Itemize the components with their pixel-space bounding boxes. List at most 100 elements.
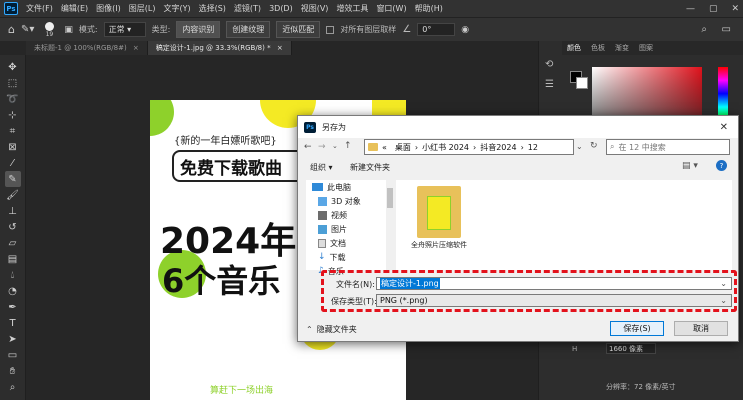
frame-tool-icon[interactable]: ⊠ xyxy=(5,139,21,155)
menu-3d[interactable]: 3D(D) xyxy=(265,4,297,13)
breadcrumb-12[interactable]: 12 xyxy=(528,143,538,152)
view-options-icon[interactable]: ▤ ▾ xyxy=(682,161,698,171)
history-panel-icon[interactable]: ⟲ xyxy=(545,59,553,70)
quick-select-tool-icon[interactable]: ⊹ xyxy=(5,107,21,123)
tab-patterns[interactable]: 图案 xyxy=(634,43,658,53)
nav-recent-icon[interactable]: ⌄ xyxy=(332,142,338,150)
menu-image[interactable]: 图像(I) xyxy=(92,3,125,14)
folder-preview xyxy=(427,196,451,230)
menu-plugins[interactable]: 增效工具 xyxy=(332,3,372,14)
brush-settings-icon[interactable]: ▣ xyxy=(64,25,73,35)
tab-close-icon[interactable]: × xyxy=(277,44,283,52)
eraser-tool-icon[interactable]: ▱ xyxy=(5,235,21,251)
workspace-icon[interactable]: ▭ xyxy=(722,24,731,35)
height-input[interactable]: 1660 像素 xyxy=(606,343,656,354)
stamp-tool-icon[interactable]: ⊥ xyxy=(5,203,21,219)
tab-swatches[interactable]: 色板 xyxy=(586,43,610,53)
home-icon[interactable]: ⌂ xyxy=(8,23,15,36)
photoshop-logo-icon[interactable]: Ps xyxy=(4,2,18,15)
menu-window[interactable]: 窗口(W) xyxy=(372,3,410,14)
close-icon[interactable]: ✕ xyxy=(731,4,739,14)
address-dropdown-icon[interactable]: ⌄ xyxy=(576,142,583,151)
brush-tool-icon[interactable]: 🖌︎ xyxy=(5,187,21,203)
hide-folders-toggle[interactable]: ⌃ 隐藏文件夹 xyxy=(306,324,357,335)
marquee-tool-icon[interactable]: ⬚ xyxy=(5,75,21,91)
move-tool-icon[interactable]: ✥ xyxy=(5,59,21,75)
dropdown-arrow-icon[interactable]: ⌄ xyxy=(720,296,727,305)
brush-size-picker[interactable]: 19 xyxy=(40,21,58,38)
dialog-close-icon[interactable]: ✕ xyxy=(720,122,728,133)
search-box[interactable]: ⌕ 在 12 中搜索 xyxy=(606,139,730,155)
nav-item-pictures[interactable]: 图片 xyxy=(306,222,394,236)
tab-untitled[interactable]: 未标题-1 @ 100%(RGB/8#) × xyxy=(26,41,148,55)
nav-scrollbar[interactable] xyxy=(386,180,394,270)
nav-up-icon[interactable]: ↑ xyxy=(344,141,352,151)
menu-layer[interactable]: 图层(L) xyxy=(125,3,160,14)
type-create-texture-button[interactable]: 创建纹理 xyxy=(226,21,271,38)
help-icon[interactable]: ? xyxy=(716,160,727,171)
nav-item-downloads[interactable]: ↓ 下载 xyxy=(306,250,394,264)
blur-tool-icon[interactable]: 💧︎ xyxy=(5,267,21,283)
menu-filter[interactable]: 滤镜(T) xyxy=(230,3,265,14)
dropdown-arrow-icon[interactable]: ⌄ xyxy=(720,279,727,288)
nav-item-documents[interactable]: 文档 xyxy=(306,236,394,250)
tab-color[interactable]: 颜色 xyxy=(562,43,586,53)
zoom-tool-icon[interactable]: ⌕ xyxy=(5,379,21,395)
search-icon[interactable]: ⌕ xyxy=(701,24,707,35)
type-content-aware-button[interactable]: 内容识别 xyxy=(176,21,221,38)
eyedropper-tool-icon[interactable]: ⁄ xyxy=(5,155,21,171)
crop-tool-icon[interactable]: ⌗ xyxy=(5,123,21,139)
nav-scrollbar-thumb[interactable] xyxy=(387,188,393,208)
nav-forward-icon[interactable]: → xyxy=(318,142,326,152)
angle-input[interactable]: 0° xyxy=(417,23,456,36)
tab-close-icon[interactable]: × xyxy=(133,44,139,52)
lasso-tool-icon[interactable]: ➰ xyxy=(5,91,21,107)
breadcrumb-xiaohongshu[interactable]: 小红书 2024 xyxy=(422,142,469,153)
properties-panel-icon[interactable]: ☰ xyxy=(545,79,554,90)
sample-all-layers-checkbox[interactable] xyxy=(326,25,335,34)
menu-help[interactable]: 帮助(H) xyxy=(411,3,447,14)
file-item[interactable]: 全舟照片压缩软件 xyxy=(410,186,468,250)
refresh-icon[interactable]: ↻ xyxy=(590,141,598,151)
menu-select[interactable]: 选择(S) xyxy=(195,3,230,14)
address-bar[interactable]: « 桌面 › 小红书 2024 › 抖音2024 › 12 xyxy=(364,139,574,155)
mode-select[interactable]: 正常 ▾ xyxy=(103,22,146,37)
history-brush-tool-icon[interactable]: ↺ xyxy=(5,219,21,235)
organize-button[interactable]: 组织 ▾ xyxy=(310,162,333,173)
breadcrumb-douyin[interactable]: 抖音2024 xyxy=(480,142,516,153)
menu-file[interactable]: 文件(F) xyxy=(22,3,57,14)
new-folder-button[interactable]: 新建文件夹 xyxy=(350,162,390,173)
filename-input[interactable]: 稿定设计-1.png ⌄ xyxy=(376,277,732,290)
nav-item-3d-objects[interactable]: 3D 对象 xyxy=(306,194,394,208)
healing-brush-tool-icon[interactable]: ✎ xyxy=(4,171,21,187)
pen-tool-icon[interactable]: ✒ xyxy=(5,299,21,315)
pressure-size-icon[interactable]: ◉ xyxy=(461,25,469,35)
menu-type[interactable]: 文字(Y) xyxy=(159,3,194,14)
cancel-button[interactable]: 取消 xyxy=(674,321,728,336)
tab-gradients[interactable]: 渐变 xyxy=(610,43,634,53)
nav-item-this-pc[interactable]: 此电脑 xyxy=(306,180,394,194)
menu-view[interactable]: 视图(V) xyxy=(297,3,333,14)
nav-back-icon[interactable]: ← xyxy=(304,142,312,152)
breadcrumb-desktop[interactable]: 桌面 xyxy=(395,142,411,153)
nav-item-videos[interactable]: 视频 xyxy=(306,208,394,222)
resolution-text: 分辨率：72 像素/英寸 xyxy=(606,383,676,391)
type-proximity-match-button[interactable]: 近似匹配 xyxy=(276,21,321,38)
menu-edit[interactable]: 编辑(E) xyxy=(57,3,92,14)
healing-brush-icon[interactable]: ✎▾ xyxy=(21,24,34,35)
maximize-icon[interactable]: ▢ xyxy=(709,4,718,14)
path-select-tool-icon[interactable]: ➤ xyxy=(5,331,21,347)
gradient-tool-icon[interactable]: ▤ xyxy=(5,251,21,267)
dodge-tool-icon[interactable]: ◔ xyxy=(5,283,21,299)
save-button[interactable]: 保存(S) xyxy=(610,321,664,336)
minimize-icon[interactable]: — xyxy=(686,4,695,14)
breadcrumb-overflow[interactable]: « xyxy=(382,143,387,152)
shape-tool-icon[interactable]: ▭ xyxy=(5,347,21,363)
hand-tool-icon[interactable]: ✋︎ xyxy=(5,363,21,379)
filetype-select[interactable]: PNG (*.png) ⌄ xyxy=(376,294,732,307)
file-list-pane[interactable]: 全舟照片压缩软件 xyxy=(396,180,732,270)
background-color-swatch[interactable] xyxy=(576,77,588,89)
mode-label: 模式: xyxy=(78,25,98,34)
type-tool-icon[interactable]: T xyxy=(5,315,21,331)
tab-design[interactable]: 稿定设计-1.jpg @ 33.3%(RGB/8) * × xyxy=(147,41,292,55)
